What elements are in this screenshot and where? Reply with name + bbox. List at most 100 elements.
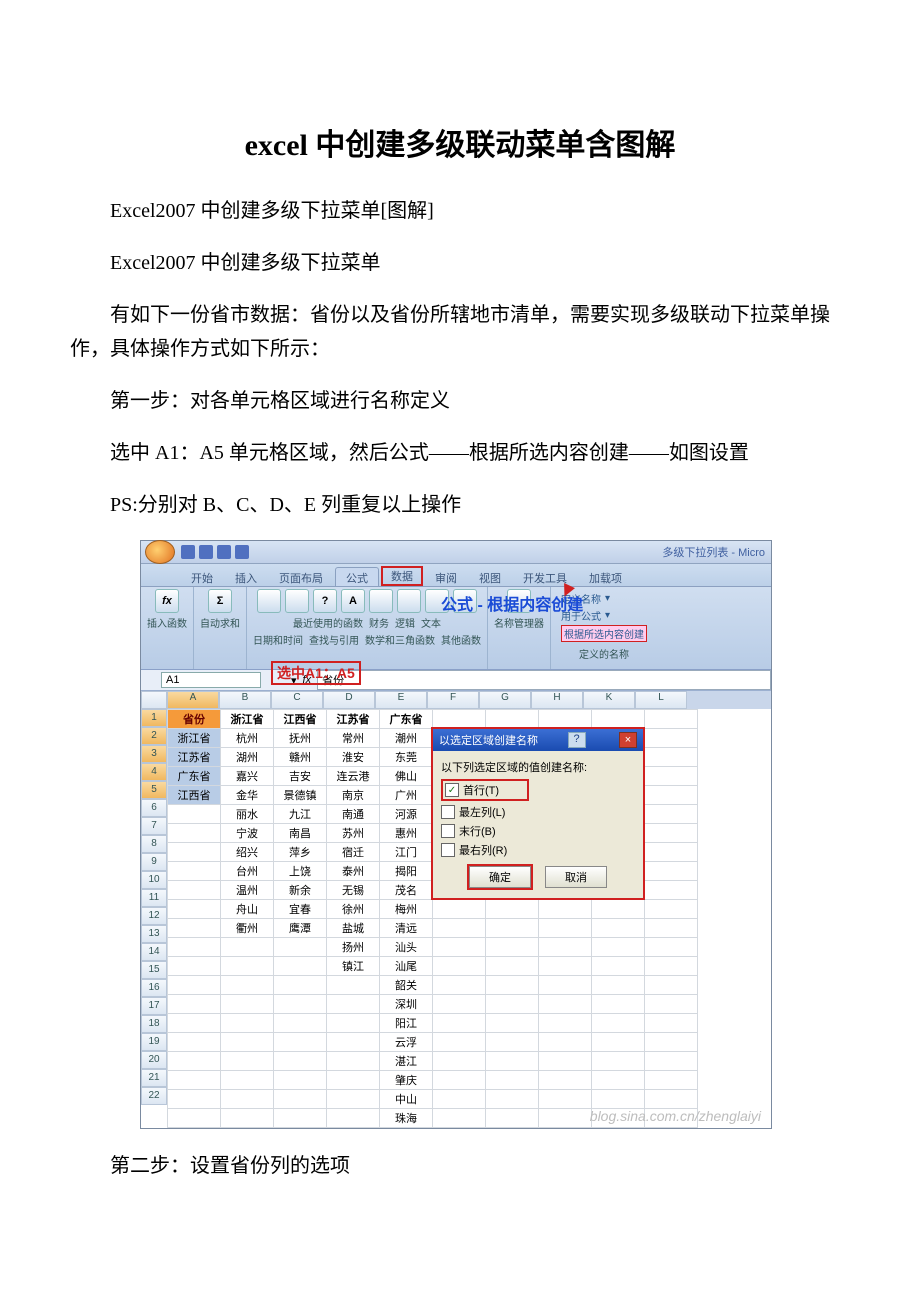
row-header-18[interactable]: 18 bbox=[141, 1015, 167, 1033]
cell-E13[interactable]: 汕头 bbox=[380, 938, 433, 957]
cell-K17[interactable] bbox=[592, 1014, 645, 1033]
cell-G20[interactable] bbox=[486, 1071, 539, 1090]
cell-H17[interactable] bbox=[539, 1014, 592, 1033]
cell-B22[interactable] bbox=[221, 1109, 274, 1128]
cell-L11[interactable] bbox=[645, 900, 698, 919]
row-header-12[interactable]: 12 bbox=[141, 907, 167, 925]
cell-D14[interactable]: 镇江 bbox=[327, 957, 380, 976]
cell-L21[interactable] bbox=[645, 1090, 698, 1109]
dialog-cancel-button[interactable]: 取消 bbox=[545, 866, 607, 888]
cell-F16[interactable] bbox=[433, 995, 486, 1014]
cell-H11[interactable] bbox=[539, 900, 592, 919]
col-header-D[interactable]: D bbox=[323, 691, 375, 709]
cell-A4[interactable]: 广东省 bbox=[168, 767, 221, 786]
cell-A19[interactable] bbox=[168, 1052, 221, 1071]
dialog-ok-button[interactable]: 确定 bbox=[469, 866, 531, 888]
cell-L13[interactable] bbox=[645, 938, 698, 957]
opt-top-row[interactable]: ✓ 首行(T) bbox=[441, 779, 529, 801]
col-header-E[interactable]: E bbox=[375, 691, 427, 709]
cell-A14[interactable] bbox=[168, 957, 221, 976]
col-header-H[interactable]: H bbox=[531, 691, 583, 709]
dialog-help-icon[interactable]: ? bbox=[568, 732, 586, 748]
tab-insert[interactable]: 插入 bbox=[225, 568, 267, 586]
col-header-G[interactable]: G bbox=[479, 691, 531, 709]
row-header-9[interactable]: 9 bbox=[141, 853, 167, 871]
cell-L18[interactable] bbox=[645, 1033, 698, 1052]
cell-E17[interactable]: 阳江 bbox=[380, 1014, 433, 1033]
cell-D18[interactable] bbox=[327, 1033, 380, 1052]
cell-D20[interactable] bbox=[327, 1071, 380, 1090]
cell-D1[interactable]: 江苏省 bbox=[327, 710, 380, 729]
dialog-close-icon[interactable]: × bbox=[619, 732, 637, 748]
cell-K14[interactable] bbox=[592, 957, 645, 976]
cell-D17[interactable] bbox=[327, 1014, 380, 1033]
cell-L4[interactable] bbox=[645, 767, 698, 786]
cell-H16[interactable] bbox=[539, 995, 592, 1014]
col-header-C[interactable]: C bbox=[271, 691, 323, 709]
logical-icon[interactable]: ? bbox=[313, 589, 337, 613]
cell-C12[interactable]: 鹰潭 bbox=[274, 919, 327, 938]
row-header-7[interactable]: 7 bbox=[141, 817, 167, 835]
checkbox-icon[interactable] bbox=[441, 843, 455, 857]
row-header-20[interactable]: 20 bbox=[141, 1051, 167, 1069]
cell-C18[interactable] bbox=[274, 1033, 327, 1052]
cell-G13[interactable] bbox=[486, 938, 539, 957]
cell-D12[interactable]: 盐城 bbox=[327, 919, 380, 938]
cell-E14[interactable]: 汕尾 bbox=[380, 957, 433, 976]
cell-L17[interactable] bbox=[645, 1014, 698, 1033]
cell-E10[interactable]: 茂名 bbox=[380, 881, 433, 900]
cell-C5[interactable]: 景德镇 bbox=[274, 786, 327, 805]
cell-B12[interactable]: 衢州 bbox=[221, 919, 274, 938]
cell-D10[interactable]: 无锡 bbox=[327, 881, 380, 900]
cell-C1[interactable]: 江西省 bbox=[274, 710, 327, 729]
cell-D21[interactable] bbox=[327, 1090, 380, 1109]
cell-E20[interactable]: 肇庆 bbox=[380, 1071, 433, 1090]
cell-G11[interactable] bbox=[486, 900, 539, 919]
row-header-16[interactable]: 16 bbox=[141, 979, 167, 997]
cell-K12[interactable] bbox=[592, 919, 645, 938]
row-header-21[interactable]: 21 bbox=[141, 1069, 167, 1087]
col-header-A[interactable]: A bbox=[167, 691, 219, 709]
cell-A12[interactable] bbox=[168, 919, 221, 938]
cell-D8[interactable]: 宿迁 bbox=[327, 843, 380, 862]
cell-E18[interactable]: 云浮 bbox=[380, 1033, 433, 1052]
cell-H1[interactable] bbox=[539, 710, 592, 729]
cell-D19[interactable] bbox=[327, 1052, 380, 1071]
cell-B13[interactable] bbox=[221, 938, 274, 957]
redo-icon[interactable] bbox=[217, 545, 231, 559]
name-box[interactable]: A1 bbox=[161, 672, 261, 688]
cell-C14[interactable] bbox=[274, 957, 327, 976]
col-header-L[interactable]: L bbox=[635, 691, 687, 709]
checkbox-icon[interactable] bbox=[441, 805, 455, 819]
tab-review[interactable]: 审阅 bbox=[425, 568, 467, 586]
cell-C8[interactable]: 萍乡 bbox=[274, 843, 327, 862]
cell-B15[interactable] bbox=[221, 976, 274, 995]
cell-B8[interactable]: 绍兴 bbox=[221, 843, 274, 862]
row-header-15[interactable]: 15 bbox=[141, 961, 167, 979]
cell-E8[interactable]: 江门 bbox=[380, 843, 433, 862]
cell-K19[interactable] bbox=[592, 1052, 645, 1071]
cell-F22[interactable] bbox=[433, 1109, 486, 1128]
cell-G14[interactable] bbox=[486, 957, 539, 976]
cell-B14[interactable] bbox=[221, 957, 274, 976]
cell-E21[interactable]: 中山 bbox=[380, 1090, 433, 1109]
cell-F21[interactable] bbox=[433, 1090, 486, 1109]
cell-L16[interactable] bbox=[645, 995, 698, 1014]
cell-A20[interactable] bbox=[168, 1071, 221, 1090]
qat-more-icon[interactable] bbox=[235, 545, 249, 559]
cell-A15[interactable] bbox=[168, 976, 221, 995]
cell-C21[interactable] bbox=[274, 1090, 327, 1109]
row-header-14[interactable]: 14 bbox=[141, 943, 167, 961]
cell-A9[interactable] bbox=[168, 862, 221, 881]
office-button[interactable] bbox=[145, 540, 175, 564]
cell-C4[interactable]: 吉安 bbox=[274, 767, 327, 786]
cell-K21[interactable] bbox=[592, 1090, 645, 1109]
cell-D11[interactable]: 徐州 bbox=[327, 900, 380, 919]
row-header-1[interactable]: 1 bbox=[141, 709, 167, 727]
cell-L14[interactable] bbox=[645, 957, 698, 976]
cell-B2[interactable]: 杭州 bbox=[221, 729, 274, 748]
cell-E16[interactable]: 深圳 bbox=[380, 995, 433, 1014]
cell-F15[interactable] bbox=[433, 976, 486, 995]
cell-B21[interactable] bbox=[221, 1090, 274, 1109]
cell-F19[interactable] bbox=[433, 1052, 486, 1071]
